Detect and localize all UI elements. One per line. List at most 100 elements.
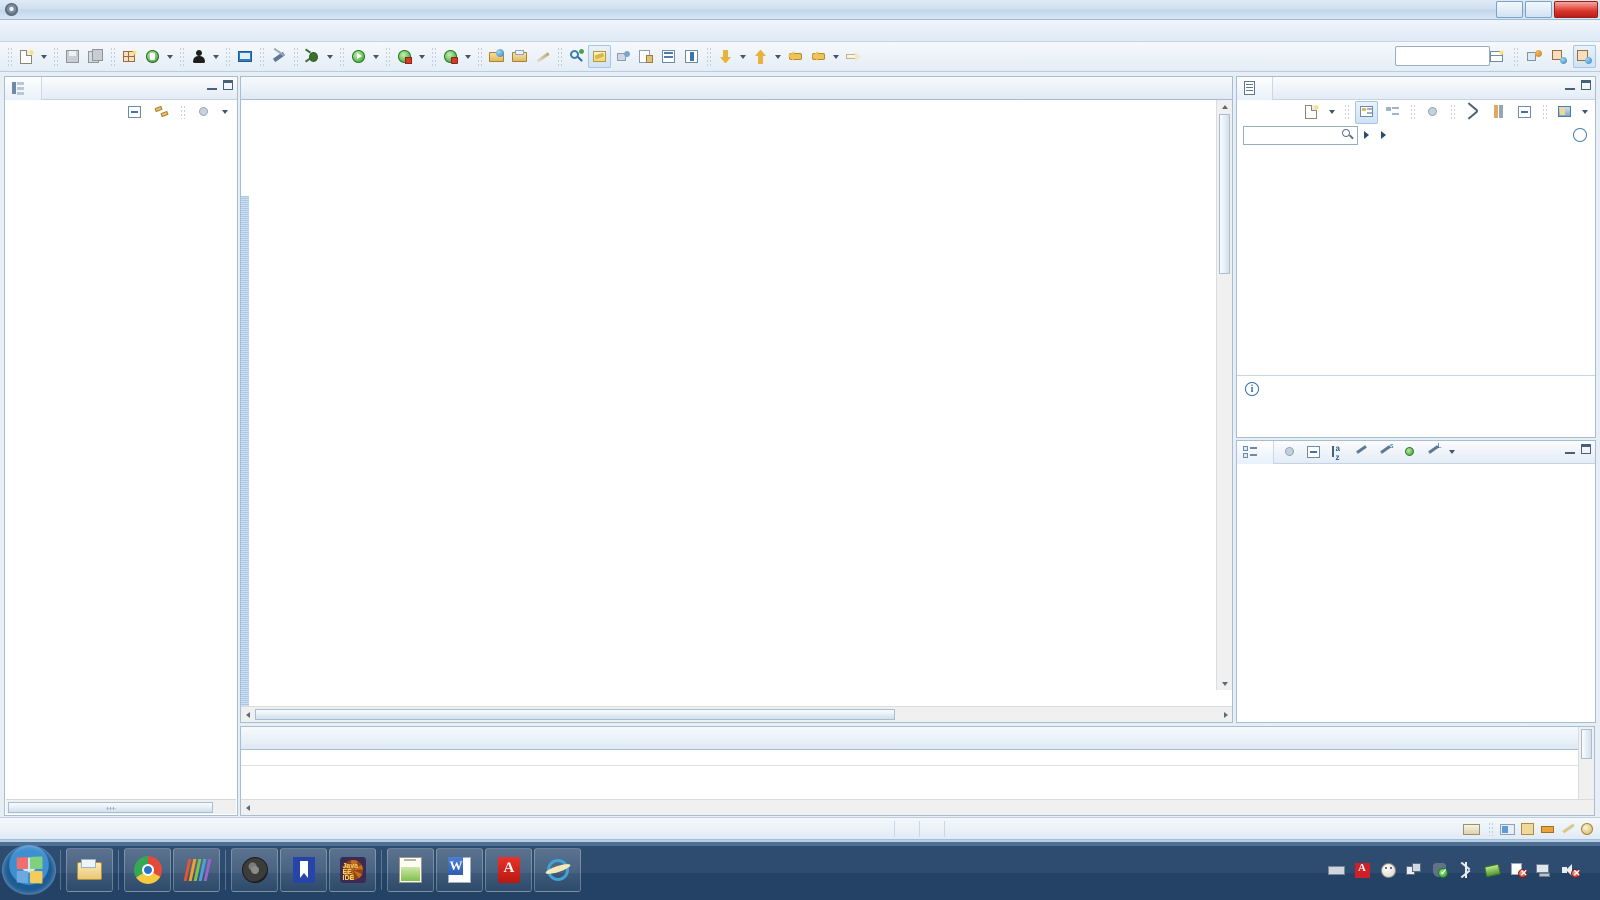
package-explorer-tree[interactable]: [5, 124, 237, 797]
green-shield-icon[interactable]: [1484, 862, 1501, 879]
taskbar-windows-explorer[interactable]: [66, 848, 113, 892]
smiley-icon[interactable]: [1380, 862, 1397, 879]
new-task-icon[interactable]: [1300, 101, 1323, 124]
previous-annotation-icon[interactable]: [634, 45, 657, 68]
toolbar-grip[interactable]: [706, 46, 711, 67]
toolbar-grip[interactable]: [1513, 46, 1518, 67]
taskbar-internet-explorer[interactable]: [534, 848, 581, 892]
toolbar-grip[interactable]: [110, 46, 115, 67]
maximize-button[interactable]: [1525, 1, 1552, 18]
sort-icon[interactable]: az: [1326, 441, 1349, 464]
close-button[interactable]: [1554, 1, 1598, 18]
maximize-icon[interactable]: [223, 80, 233, 90]
taskbar-microsoft-word[interactable]: W: [436, 848, 483, 892]
taskbar-google-chrome[interactable]: [124, 848, 171, 892]
java-ee-perspective-icon[interactable]: [1523, 45, 1546, 68]
run-last-tool-icon[interactable]: [393, 45, 416, 68]
debug-dropdown-icon[interactable]: [324, 45, 336, 68]
toolbar-grip[interactable]: [179, 46, 184, 67]
quick-access-input[interactable]: [1395, 46, 1490, 66]
source-code[interactable]: [255, 100, 1216, 706]
menu-help[interactable]: [168, 29, 186, 33]
windows-flip-icon[interactable]: [1406, 862, 1423, 879]
focus-on-active-task-icon[interactable]: [192, 101, 215, 124]
java-browsing-perspective-icon[interactable]: [1548, 45, 1571, 68]
open-type-icon[interactable]: [141, 45, 164, 68]
scrollbar-thumb[interactable]: [1581, 729, 1592, 759]
view-menu-icon[interactable]: [219, 101, 231, 124]
show-whitespace-icon[interactable]: [680, 45, 703, 68]
taskbar-dark-disc-app[interactable]: [231, 848, 278, 892]
minimize-icon[interactable]: [207, 81, 217, 90]
menu-project[interactable]: [114, 29, 132, 33]
tab-task-list[interactable]: [1237, 76, 1273, 100]
next-edit-location-icon[interactable]: [714, 45, 737, 68]
filter-arrow-icon[interactable]: [1364, 131, 1369, 139]
minimize-button[interactable]: [1496, 1, 1523, 18]
package-explorer-hscrollbar[interactable]: [6, 799, 236, 814]
focus-on-active-task-icon[interactable]: [1278, 441, 1301, 464]
scroll-left-icon[interactable]: [242, 802, 253, 813]
menu-navigate[interactable]: [78, 29, 96, 33]
toolbar-grip[interactable]: [339, 46, 344, 67]
previous-edit-location-icon[interactable]: [749, 45, 772, 68]
toolbar-grip[interactable]: [53, 46, 58, 67]
search-icon[interactable]: [565, 45, 588, 68]
keyboard-layout-icon[interactable]: [1328, 862, 1345, 879]
previous-edit-dropdown-icon[interactable]: [772, 45, 784, 68]
forward-icon[interactable]: [807, 45, 830, 68]
bluetooth-icon[interactable]: [1458, 861, 1475, 879]
adobe-icon[interactable]: A: [1354, 862, 1371, 879]
outline-tree[interactable]: [1237, 464, 1595, 722]
bookmark-icon[interactable]: [1520, 822, 1536, 836]
history-dropdown-icon[interactable]: [830, 45, 842, 68]
run-icon[interactable]: [347, 45, 370, 68]
antivirus-shield-icon[interactable]: ✓: [1432, 862, 1449, 879]
hide-static-icon[interactable]: s: [1374, 441, 1397, 464]
tab-package-explorer[interactable]: [5, 76, 42, 100]
toolbar-grip[interactable]: [557, 46, 562, 67]
menu-file[interactable]: [6, 29, 24, 33]
find-input[interactable]: [1243, 125, 1358, 145]
scheduled-presentation-icon[interactable]: [1381, 101, 1404, 124]
toolbar-grip[interactable]: [259, 46, 264, 67]
open-perspective-icon[interactable]: [1485, 45, 1508, 68]
toolbar-grip[interactable]: [293, 46, 298, 67]
toolbar-grip[interactable]: [225, 46, 230, 67]
minimize-icon[interactable]: [1565, 445, 1575, 454]
person-icon[interactable]: [187, 45, 210, 68]
taskbar-adobe-acrobat[interactable]: A: [485, 848, 532, 892]
tab-outline[interactable]: [1237, 440, 1274, 464]
hide-fields-icon[interactable]: [1350, 441, 1373, 464]
network-disconnected-icon[interactable]: [1536, 862, 1553, 879]
new-task-dropdown-icon[interactable]: [1326, 101, 1338, 124]
collapse-all-icon[interactable]: [123, 101, 146, 124]
toolbar-grip[interactable]: [477, 46, 482, 67]
pencil-icon[interactable]: [531, 45, 554, 68]
editor-hscrollbar[interactable]: [241, 706, 1232, 722]
menu-search[interactable]: [96, 29, 114, 33]
volume-muted-icon[interactable]: ✕: [1562, 862, 1581, 879]
scroll-left-icon[interactable]: [242, 709, 253, 720]
scroll-up-icon[interactable]: [1219, 101, 1230, 112]
back-icon[interactable]: [784, 45, 807, 68]
new-wizard-dropdown-icon[interactable]: [38, 45, 50, 68]
flag-error-icon[interactable]: ✕: [1510, 862, 1528, 879]
new-java-package-icon[interactable]: [118, 45, 141, 68]
toggle-block-selection-icon[interactable]: [657, 45, 680, 68]
toolbar-grip[interactable]: [7, 46, 12, 67]
smiley-icon[interactable]: [1580, 822, 1596, 836]
view-menu-icon[interactable]: [1579, 101, 1591, 124]
menu-run[interactable]: [132, 29, 150, 33]
coverage-dropdown-icon[interactable]: [462, 45, 474, 68]
taskbar-java-ee-ide[interactable]: Java EE IDE: [329, 848, 376, 892]
menu-edit[interactable]: [24, 29, 42, 33]
skip-breakpoints-icon[interactable]: [267, 45, 290, 68]
menu-refactor[interactable]: [60, 29, 78, 33]
taskbar-eclipse-bookmark[interactable]: [280, 848, 327, 892]
new-wizard-icon[interactable]: [15, 45, 38, 68]
scrollbar-thumb[interactable]: [1219, 114, 1230, 274]
switch-repository-icon[interactable]: [1487, 101, 1510, 124]
start-button[interactable]: [2, 845, 56, 895]
maximize-icon[interactable]: [1581, 80, 1591, 90]
